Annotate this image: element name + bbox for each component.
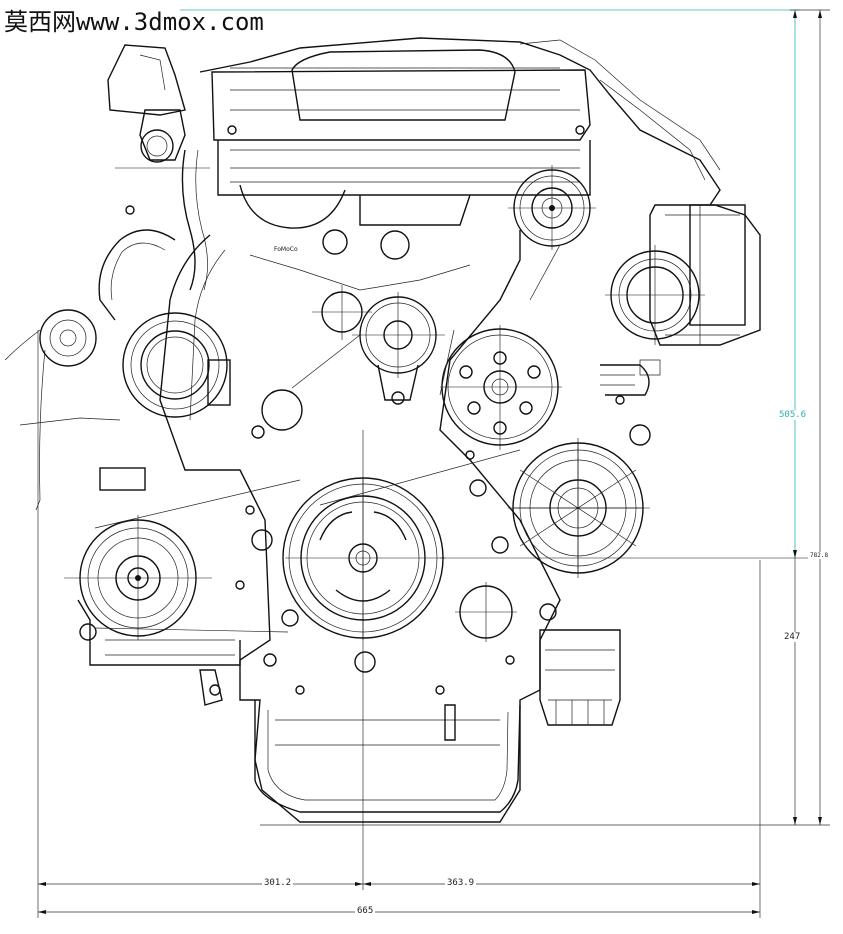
fomoco-mark: FoMoCo xyxy=(274,246,298,253)
alternator xyxy=(512,424,651,574)
dim-width-left: 301.2 xyxy=(262,878,294,888)
engine-front-elevation-drawing xyxy=(0,0,843,930)
pulleys xyxy=(39,129,746,696)
engine-line-art xyxy=(4,9,830,918)
serpentine-belt xyxy=(94,244,561,633)
dim-height-lower: 247 xyxy=(782,632,803,642)
dim-width-total: 665 xyxy=(355,906,376,916)
dimension-lines xyxy=(37,9,830,918)
dim-height-total: 505.6 xyxy=(777,410,809,420)
oil-cap xyxy=(140,129,174,163)
engine-outline xyxy=(4,37,761,823)
left-sensor xyxy=(39,309,97,367)
cam-sensor xyxy=(261,389,303,431)
watermark-text: 莫西网www.3dmox.com xyxy=(4,8,264,36)
compressor-housing xyxy=(122,312,231,418)
dim-height-marker: 782.8 xyxy=(808,552,831,559)
throttle-body xyxy=(610,204,746,340)
upper-idler-small xyxy=(380,230,410,260)
dim-width-right: 363.9 xyxy=(445,878,477,888)
